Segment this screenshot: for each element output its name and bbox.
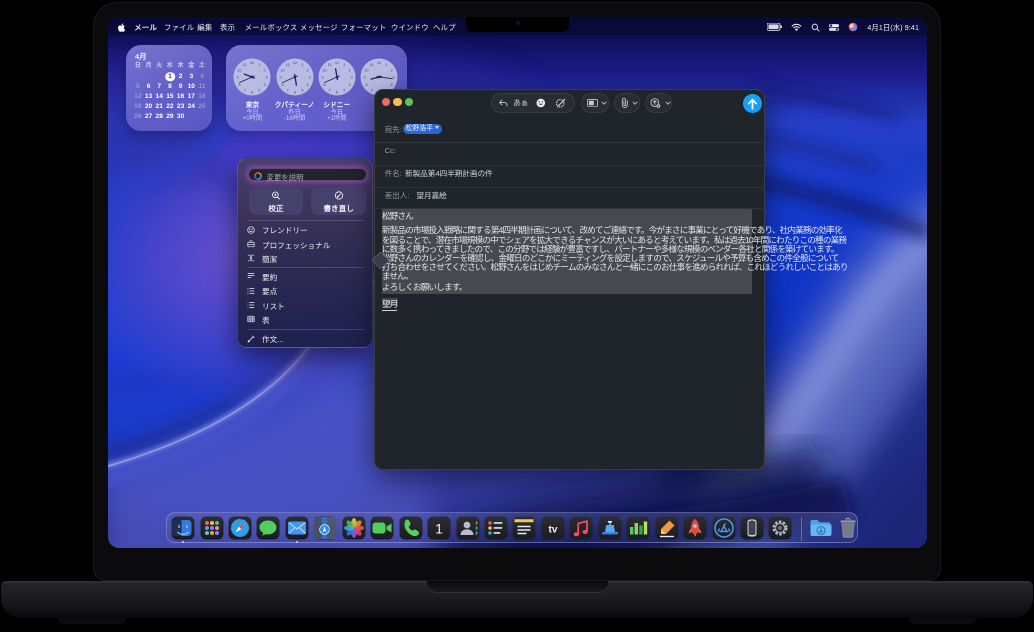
svg-text:8: 8 <box>365 82 367 87</box>
svg-text:1: 1 <box>385 62 387 67</box>
svg-text:6: 6 <box>251 89 253 94</box>
svg-text:1: 1 <box>435 521 443 537</box>
svg-text:3: 3 <box>308 74 310 79</box>
svg-text:3: 3 <box>266 74 268 79</box>
svg-text:11: 11 <box>285 62 289 67</box>
svg-text:12: 12 <box>335 60 339 65</box>
svg-text:tv: tv <box>548 525 557 536</box>
svg-text:2: 2 <box>348 67 350 72</box>
svg-text:5: 5 <box>301 87 303 92</box>
svg-text:3: 3 <box>350 74 352 79</box>
svg-text:9: 9 <box>279 74 281 79</box>
svg-text:7: 7 <box>371 87 373 92</box>
svg-text:11: 11 <box>243 62 247 67</box>
svg-text:7: 7 <box>328 87 330 92</box>
svg-text:2: 2 <box>264 67 266 72</box>
svg-text:1: 1 <box>343 62 345 67</box>
svg-text:6: 6 <box>336 89 338 94</box>
svg-text:11: 11 <box>370 62 374 67</box>
svg-text:1: 1 <box>301 62 303 67</box>
svg-text:12: 12 <box>250 60 254 65</box>
svg-text:12: 12 <box>292 60 296 65</box>
svg-text:9: 9 <box>237 74 239 79</box>
svg-text:1: 1 <box>259 62 261 67</box>
svg-text:2: 2 <box>306 67 308 72</box>
svg-text:6: 6 <box>294 89 296 94</box>
svg-text:7: 7 <box>286 87 288 92</box>
svg-text:12: 12 <box>377 60 381 65</box>
svg-text:9: 9 <box>321 74 323 79</box>
svg-text:11: 11 <box>327 62 331 67</box>
svg-text:2: 2 <box>391 67 393 72</box>
svg-text:7: 7 <box>244 87 246 92</box>
svg-text:5: 5 <box>343 87 345 92</box>
svg-text:5: 5 <box>259 87 261 92</box>
svg-text:9: 9 <box>363 74 365 79</box>
